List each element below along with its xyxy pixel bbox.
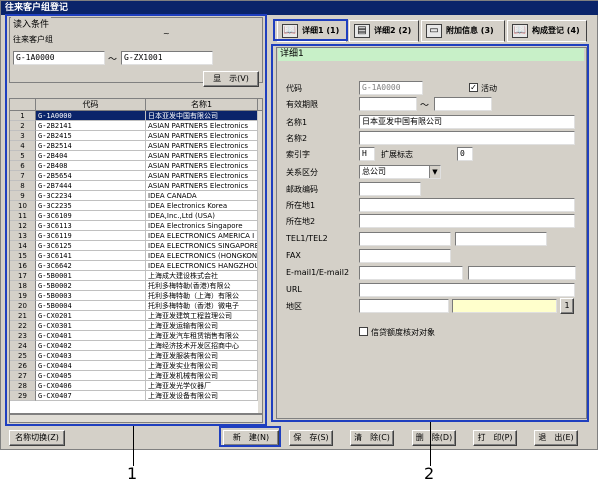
callout-frame-detail [271, 44, 589, 422]
print-button[interactable]: 打 印(P) [473, 430, 517, 446]
tab-detail-4[interactable]: 📖 构成登记 (4) [507, 20, 587, 42]
book-icon: 📖 [512, 24, 528, 38]
clear-button[interactable]: 清 除(C) [350, 430, 394, 446]
ledger-icon: ▤ [354, 24, 370, 38]
callout-line-2 [430, 422, 431, 466]
callout-number-2: 2 [424, 464, 435, 483]
delete-button[interactable]: 删 除(D) [412, 430, 456, 446]
monitor-icon: ▭ [426, 24, 442, 38]
save-button[interactable]: 保 存(S) [289, 430, 333, 446]
callout-frame-list [5, 14, 267, 426]
callout-frame-new [219, 426, 281, 447]
tab-label: 附加信息 (3) [446, 26, 494, 35]
tab-detail-3[interactable]: ▭ 附加信息 (3) [421, 20, 505, 42]
tab-detail-2[interactable]: ▤ 详细2 (2) [349, 20, 419, 42]
tab-label: 构成登记 (4) [532, 26, 580, 35]
exit-button[interactable]: 退 出(E) [534, 430, 578, 446]
callout-number-1: 1 [127, 464, 138, 483]
callout-frame-tab [273, 19, 348, 41]
tab-label: 详细2 (2) [374, 26, 412, 35]
window-title: 往来客户组登记 [1, 1, 598, 15]
callout-line-1 [133, 426, 134, 466]
name-switch-button[interactable]: 名称切换(Z) [9, 430, 65, 446]
